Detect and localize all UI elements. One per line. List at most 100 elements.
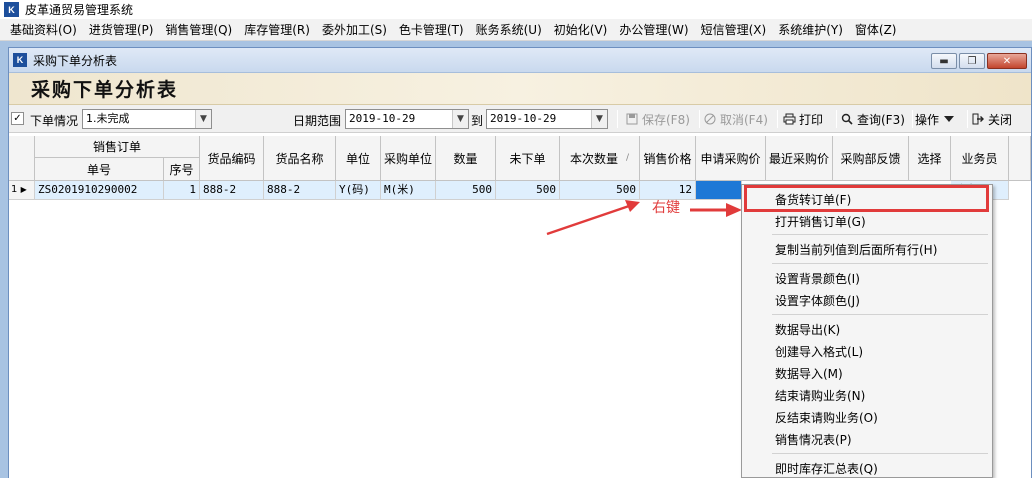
cell-pending[interactable]: 500 — [496, 181, 560, 200]
menu-window[interactable]: 窗体(Z) — [849, 21, 903, 38]
menu-sales-report[interactable]: 销售情况表(P) — [775, 431, 852, 448]
col-seq[interactable]: 序号 — [164, 158, 200, 181]
operate-label: 操作 — [915, 112, 940, 127]
highlight-box — [744, 185, 989, 212]
col-select[interactable]: 选择 — [909, 136, 951, 181]
date-range-label: 日期范围 — [293, 114, 342, 128]
cell-requested-price[interactable] — [696, 181, 742, 200]
cancel-icon — [703, 112, 717, 126]
menu-office[interactable]: 办公管理(W) — [613, 21, 694, 38]
date-from-value: 2019-10-29 — [349, 112, 416, 125]
cell-order-no[interactable]: ZS0201910290002 — [35, 181, 164, 200]
date-to-picker[interactable]: 2019-10-29 ▼ — [486, 109, 608, 129]
cell-purchase-unit[interactable]: M(米) — [381, 181, 436, 200]
close-button[interactable]: 关闭 — [971, 109, 1012, 129]
col-sale-price[interactable]: 销售价格 — [640, 136, 696, 181]
col-this-qty[interactable]: 本次数量 / — [560, 136, 640, 181]
menu-unend-requisition[interactable]: 反结束请购业务(O) — [775, 409, 878, 426]
col-qty[interactable]: 数量 — [436, 136, 496, 181]
date-to-label: 到 — [471, 114, 484, 128]
col-unit[interactable]: 单位 — [336, 136, 381, 181]
toolbar: ✓ 下单情况 1.未完成 ▼ 日期范围 2019-10-29 ▼ 到 2019-… — [9, 105, 1031, 133]
search-icon — [840, 112, 854, 126]
menu-inventory-summary[interactable]: 即时库存汇总表(Q) — [775, 460, 878, 477]
cancel-label: 取消(F4) — [720, 112, 768, 127]
menu-inventory[interactable]: 库存管理(R) — [238, 21, 316, 38]
col-salesperson[interactable]: 业务员 — [951, 136, 1009, 181]
app-logo-icon: K — [4, 2, 19, 17]
restore-button[interactable]: ❐ — [959, 53, 985, 69]
menu-outsourcing[interactable]: 委外加工(S) — [316, 21, 393, 38]
save-button[interactable]: 保存(F8) — [625, 109, 690, 129]
current-row-icon: ▶ — [20, 185, 27, 194]
caret-down-icon — [942, 112, 956, 126]
order-status-label: 下单情况 — [30, 114, 79, 128]
app-title: 皮革通贸易管理系统 — [25, 3, 134, 17]
sort-indicator: / — [625, 153, 630, 163]
col-item-code[interactable]: 货品编码 — [200, 136, 264, 181]
print-label: 打印 — [799, 112, 824, 127]
page-banner: 采购下单分析表 — [9, 73, 1031, 105]
cell-qty[interactable]: 500 — [436, 181, 496, 200]
date-from-picker[interactable]: 2019-10-29 ▼ — [345, 109, 469, 129]
col-overflow[interactable] — [1009, 136, 1031, 181]
cell-item-name[interactable]: 888-2 — [264, 181, 336, 200]
col-this-qty-label: 本次数量 — [569, 151, 618, 166]
menu-set-bg-color[interactable]: 设置背景颜色(I) — [775, 270, 860, 287]
menu-basic-data[interactable]: 基础资料(O) — [4, 21, 83, 38]
col-feedback[interactable]: 采购部反馈 — [833, 136, 909, 181]
save-label: 保存(F8) — [642, 112, 690, 127]
menu-sales[interactable]: 销售管理(Q) — [159, 21, 238, 38]
filter-checkbox[interactable]: ✓ — [11, 112, 24, 125]
annotation-right-click: 右键 — [652, 200, 680, 216]
group-header-sales-order: 销售订单 — [35, 136, 200, 158]
col-pending[interactable]: 未下单 — [496, 136, 560, 181]
save-icon — [625, 112, 639, 126]
print-button[interactable]: 打印 — [782, 109, 823, 129]
operate-menu-button[interactable]: 操作 — [915, 109, 959, 129]
date-to-value: 2019-10-29 — [490, 112, 557, 125]
col-last-price[interactable]: 最近采购价 — [766, 136, 833, 181]
cell-this-qty[interactable]: 500 — [560, 181, 640, 200]
row-number: 1 — [11, 184, 18, 195]
chevron-down-icon: ▼ — [452, 110, 468, 128]
menu-end-requisition[interactable]: 结束请购业务(N) — [775, 387, 865, 404]
cell-item-code[interactable]: 888-2 — [200, 181, 264, 200]
close-label: 关闭 — [988, 112, 1013, 127]
menu-import-data[interactable]: 数据导入(M) — [775, 365, 843, 382]
window-logo-icon: K — [13, 53, 27, 67]
row-indicator[interactable]: 1 ▶ — [9, 181, 35, 200]
window-title: 采购下单分析表 — [33, 53, 118, 68]
menu-accounting[interactable]: 账务系统(U) — [470, 21, 548, 38]
menu-purchase[interactable]: 进货管理(P) — [83, 21, 160, 38]
col-order-no[interactable]: 单号 — [35, 158, 164, 181]
chevron-down-icon: ▼ — [195, 110, 211, 128]
menu-export-data[interactable]: 数据导出(K) — [775, 321, 840, 338]
menu-open-sales-order[interactable]: 打开销售订单(G) — [775, 213, 866, 230]
menu-initialize[interactable]: 初始化(V) — [548, 21, 614, 38]
menu-create-import-format[interactable]: 创建导入格式(L) — [775, 343, 863, 360]
col-requested-price[interactable]: 申请采购价 — [696, 136, 766, 181]
menu-color-card[interactable]: 色卡管理(T) — [393, 21, 470, 38]
app-title-bar: K 皮革通贸易管理系统 — [0, 0, 1032, 19]
page-title: 采购下单分析表 — [31, 79, 179, 101]
window-caption: K 采购下单分析表 ▬ ❐ ✕ — [9, 48, 1031, 73]
cell-seq[interactable]: 1 — [164, 181, 200, 200]
cell-unit[interactable]: Y(码) — [336, 181, 381, 200]
col-item-name[interactable]: 货品名称 — [264, 136, 336, 181]
menu-system[interactable]: 系统维护(Y) — [772, 21, 849, 38]
menu-set-font-color[interactable]: 设置字体颜色(J) — [775, 292, 860, 309]
row-header-corner — [9, 136, 35, 181]
cancel-button[interactable]: 取消(F4) — [703, 109, 768, 129]
order-status-select[interactable]: 1.未完成 ▼ — [82, 109, 212, 129]
col-purchase-unit[interactable]: 采购单位 — [381, 136, 436, 181]
menu-bar: 基础资料(O) 进货管理(P) 销售管理(Q) 库存管理(R) 委外加工(S) … — [0, 19, 1032, 41]
query-button[interactable]: 查询(F3) — [840, 109, 905, 129]
close-window-button[interactable]: ✕ — [987, 53, 1027, 69]
menu-sms[interactable]: 短信管理(X) — [695, 21, 773, 38]
chevron-down-icon: ▼ — [591, 110, 607, 128]
order-status-value: 1.未完成 — [86, 112, 130, 125]
exit-icon — [971, 112, 985, 126]
menu-copy-column-value[interactable]: 复制当前列值到后面所有行(H) — [775, 241, 937, 258]
minimize-button[interactable]: ▬ — [931, 53, 957, 69]
